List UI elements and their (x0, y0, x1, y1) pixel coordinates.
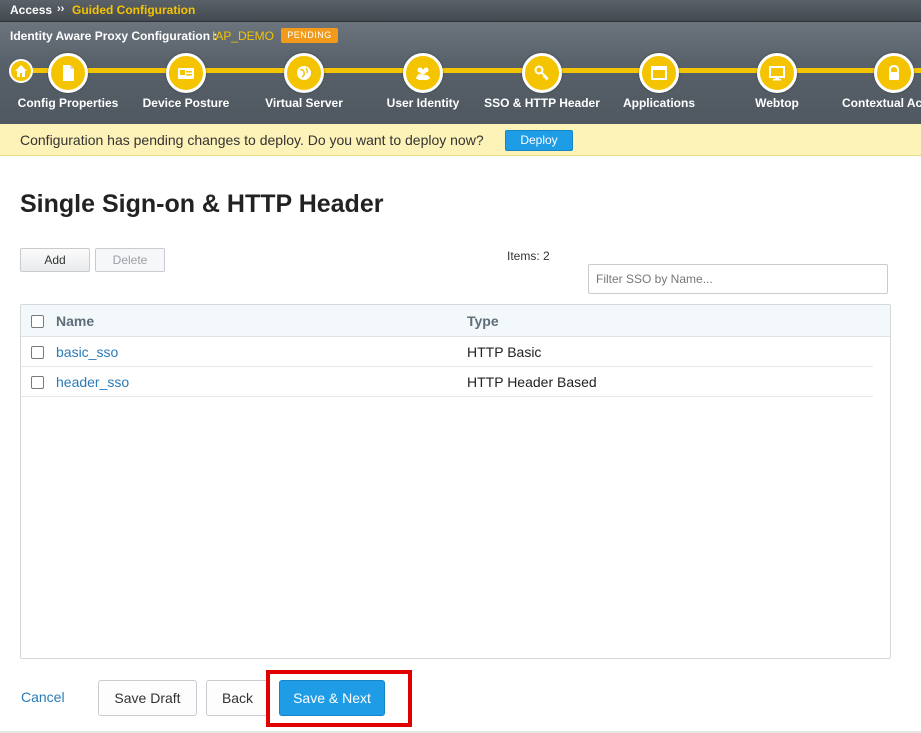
step-label: Contextual Ac (842, 96, 921, 110)
table-row: header_sso HTTP Header Based (21, 367, 873, 397)
breadcrumb: Access ›› Guided Configuration (0, 0, 921, 22)
step-label: Webtop (755, 96, 799, 110)
cancel-link[interactable]: Cancel (21, 689, 65, 705)
column-header-name[interactable]: Name (56, 313, 94, 329)
back-button[interactable]: Back (206, 680, 269, 716)
row-checkbox[interactable] (31, 346, 44, 359)
pending-deploy-banner: Configuration has pending changes to dep… (0, 124, 921, 156)
filter-sso-input[interactable]: Filter SSO by Name... (588, 264, 888, 294)
deploy-button[interactable]: Deploy (505, 130, 573, 151)
window-icon (639, 53, 679, 93)
items-count: Items: 2 (507, 249, 550, 263)
config-title: Identity Aware Proxy Configuration : (10, 29, 218, 43)
delete-button[interactable]: Delete (95, 248, 165, 272)
breadcrumb-access[interactable]: Access (10, 3, 52, 17)
wizard-header: Identity Aware Proxy Configuration : IAP… (0, 22, 921, 124)
key-icon (522, 53, 562, 93)
select-all-checkbox[interactable] (31, 315, 44, 328)
breadcrumb-guided-configuration[interactable]: Guided Configuration (72, 3, 195, 17)
save-draft-button[interactable]: Save Draft (98, 680, 197, 716)
sso-name-link[interactable]: basic_sso (56, 344, 118, 360)
status-badge: PENDING (281, 28, 338, 43)
breadcrumb-separator: ›› (57, 3, 65, 15)
highlight-annotation-box (266, 670, 412, 727)
row-checkbox[interactable] (31, 376, 44, 389)
table-header: Name Type (21, 305, 890, 337)
sso-table: Name Type basic_sso HTTP Basic header_ss… (20, 304, 891, 659)
home-icon[interactable] (9, 59, 33, 83)
table-row: basic_sso HTTP Basic (21, 337, 873, 367)
column-header-type[interactable]: Type (467, 313, 499, 329)
monitor-icon (757, 53, 797, 93)
document-icon (48, 53, 88, 93)
sso-name-link[interactable]: header_sso (56, 374, 129, 390)
banner-message: Configuration has pending changes to dep… (20, 132, 484, 148)
sso-type: HTTP Header Based (467, 374, 597, 390)
lock-icon (874, 53, 914, 93)
globe-icon (284, 53, 324, 93)
users-icon (403, 53, 443, 93)
page-title: Single Sign-on & HTTP Header (20, 190, 384, 218)
sso-type: HTTP Basic (467, 344, 542, 360)
add-button[interactable]: Add (20, 248, 90, 272)
config-name: IAP_DEMO (212, 29, 275, 43)
id-card-icon (166, 53, 206, 93)
